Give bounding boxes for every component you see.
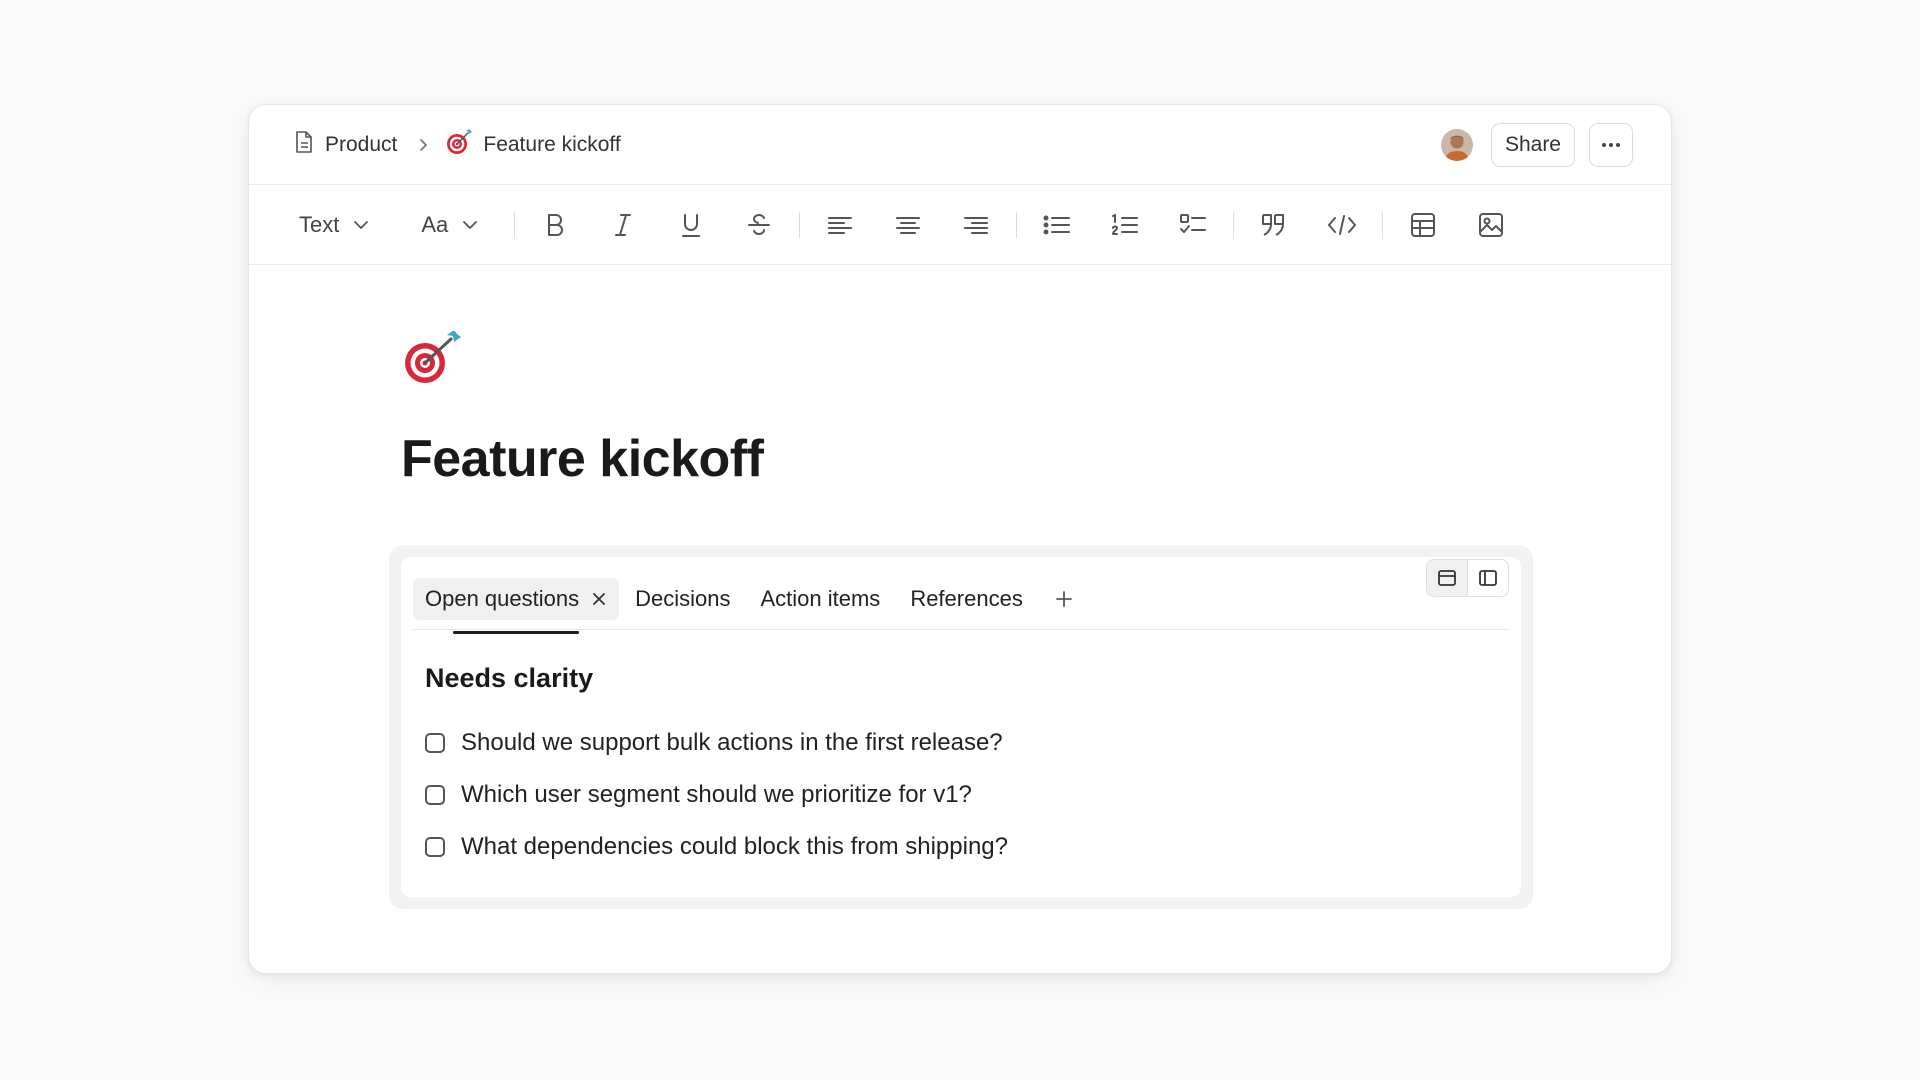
checkbox[interactable] [425, 733, 445, 753]
underline-button[interactable] [673, 207, 709, 243]
toolbar-divider [514, 211, 516, 238]
numbered-list-button[interactable] [1107, 207, 1143, 243]
tab-label: Action items [760, 586, 881, 611]
page-title[interactable]: Feature kickoff [401, 429, 764, 489]
align-left-icon [828, 216, 853, 234]
page-emoji[interactable] [401, 330, 463, 392]
block-type-label: Text [299, 211, 340, 237]
view-toggle [1426, 559, 1509, 597]
question-text[interactable]: Should we support bulk actions in the fi… [461, 729, 1003, 757]
toolbar-divider [799, 211, 801, 238]
layout-top-icon [1438, 570, 1456, 586]
image-icon [1479, 212, 1504, 237]
chevron-right-icon [417, 138, 429, 152]
breadcrumb-current-label: Feature kickoff [483, 132, 621, 156]
underline-icon [682, 213, 701, 237]
bold-icon [548, 213, 564, 236]
section-heading: Needs clarity [425, 663, 594, 693]
align-left-button[interactable] [822, 207, 858, 243]
question-list: Should we support bulk actions in the fi… [425, 717, 1008, 873]
image-button[interactable] [1473, 207, 1509, 243]
tabs-block: Open questions Decisions Action items Re… [389, 545, 1533, 909]
font-style-dropdown[interactable]: Aa [421, 212, 478, 238]
tab-label: References [910, 586, 1023, 611]
editor-window: Product Feature kickoff Share Text Aa Fe… [248, 104, 1672, 974]
more-options-button[interactable] [1589, 122, 1633, 167]
tab-decisions[interactable]: Decisions [635, 578, 730, 620]
page-header: Product Feature kickoff Share [249, 105, 1671, 185]
list-item: Which user segment should we prioritize … [425, 769, 1008, 821]
checklist-button[interactable] [1175, 207, 1211, 243]
breadcrumb-parent-label: Product [325, 132, 398, 156]
tab-references[interactable]: References [910, 578, 1023, 620]
question-text[interactable]: Which user segment should we prioritize … [461, 781, 972, 809]
list-item: Should we support bulk actions in the fi… [425, 717, 1008, 769]
share-button[interactable]: Share [1490, 122, 1575, 167]
tab-action-items[interactable]: Action items [760, 578, 880, 620]
breadcrumb: Product Feature kickoff [293, 128, 621, 162]
strikethrough-icon [748, 213, 771, 235]
layout-sidebar-icon [1479, 570, 1497, 586]
toolbar-divider [1016, 211, 1018, 238]
table-button[interactable] [1405, 207, 1441, 243]
list-item: What dependencies could block this from … [425, 821, 1008, 873]
target-icon [405, 330, 461, 383]
tab-label: Open questions [425, 586, 580, 611]
avatar[interactable] [1440, 128, 1473, 161]
bullet-list-icon [1043, 215, 1071, 234]
add-tab-button[interactable] [1055, 590, 1073, 608]
toolbar-divider [1233, 211, 1235, 238]
quote-icon [1262, 213, 1285, 236]
vertical-tabs-view-button[interactable] [1468, 560, 1508, 596]
close-icon[interactable] [591, 591, 607, 607]
breadcrumb-current[interactable]: Feature kickoff [445, 128, 621, 162]
italic-button[interactable] [605, 207, 641, 243]
font-style-label: Aa [421, 211, 449, 237]
bold-button[interactable] [537, 207, 573, 243]
quote-button[interactable] [1256, 207, 1292, 243]
chevron-down-icon [354, 220, 369, 229]
tab-bar: Open questions Decisions Action items Re… [413, 559, 1509, 634]
code-icon [1328, 214, 1357, 235]
checkbox[interactable] [425, 837, 445, 857]
question-text[interactable]: What dependencies could block this from … [461, 833, 1008, 861]
target-icon [445, 128, 473, 162]
align-right-icon [964, 216, 989, 234]
align-center-button[interactable] [890, 207, 926, 243]
document-icon [293, 130, 315, 160]
tab-label: Decisions [635, 586, 731, 611]
tabs-panel: Open questions Decisions Action items Re… [401, 557, 1521, 897]
toolbar-divider [1382, 211, 1384, 238]
checkbox[interactable] [425, 785, 445, 805]
italic-icon [615, 213, 632, 236]
table-icon [1411, 212, 1436, 237]
tab-open-questions[interactable]: Open questions [413, 578, 620, 634]
code-button[interactable] [1324, 207, 1360, 243]
breadcrumb-parent[interactable]: Product [293, 130, 397, 160]
formatting-toolbar: Text Aa [249, 185, 1671, 265]
strikethrough-button[interactable] [741, 207, 777, 243]
numbered-list-icon [1112, 213, 1139, 235]
checklist-icon [1180, 213, 1207, 233]
chevron-down-icon [463, 220, 478, 229]
block-type-dropdown[interactable]: Text [299, 212, 369, 238]
align-center-icon [896, 216, 921, 234]
horizontal-tabs-view-button[interactable] [1427, 560, 1468, 596]
ellipsis-icon [1602, 142, 1620, 147]
align-right-button[interactable] [958, 207, 994, 243]
bullet-list-button[interactable] [1039, 207, 1075, 243]
plus-icon [1055, 591, 1072, 607]
